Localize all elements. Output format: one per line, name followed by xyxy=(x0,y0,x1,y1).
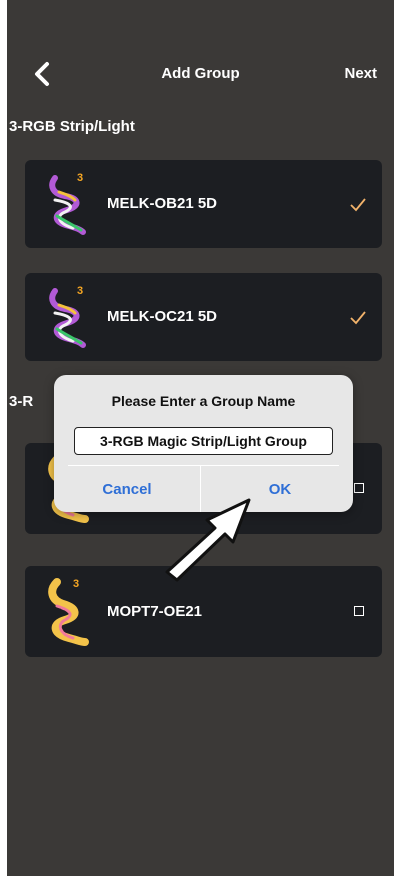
device-badge: 3 xyxy=(73,578,80,590)
group-name-input[interactable]: 3-RGB Magic Strip/Light Group xyxy=(74,427,333,455)
device-card-2[interactable]: 3 MELK-OC21 5D xyxy=(25,273,382,361)
device-name: MOPT7-OE21 xyxy=(107,603,203,620)
magic-strip-icon xyxy=(48,578,89,646)
device-badge: 3 xyxy=(77,285,84,297)
divider xyxy=(68,465,339,466)
checkbox[interactable] xyxy=(354,606,364,616)
dialog-title: Please Enter a Group Name xyxy=(111,393,296,409)
header-bar: Add Group Next xyxy=(7,58,394,92)
next-button[interactable]: Next xyxy=(344,65,377,82)
device-card-1[interactable]: 3 MELK-OB21 5D xyxy=(25,160,382,248)
page-title: Add Group xyxy=(161,65,240,82)
check-icon[interactable] xyxy=(350,198,366,212)
checkbox[interactable] xyxy=(354,483,364,493)
pointer-arrow-icon xyxy=(165,498,251,582)
rgb-strip-icon xyxy=(49,288,86,348)
section-title-rgb-strip: 3-RGB Strip/Light xyxy=(9,118,135,135)
check-icon[interactable] xyxy=(350,311,366,325)
app-screen: Add Group Next 3-RGB Strip/Light 3 MELK-… xyxy=(7,0,394,876)
rgb-strip-icon xyxy=(49,175,86,235)
device-name: MELK-OB21 5D xyxy=(107,195,218,212)
device-badge: 3 xyxy=(77,172,84,184)
device-name: MELK-OC21 5D xyxy=(107,308,218,325)
section-title-second: 3-R xyxy=(9,393,34,410)
